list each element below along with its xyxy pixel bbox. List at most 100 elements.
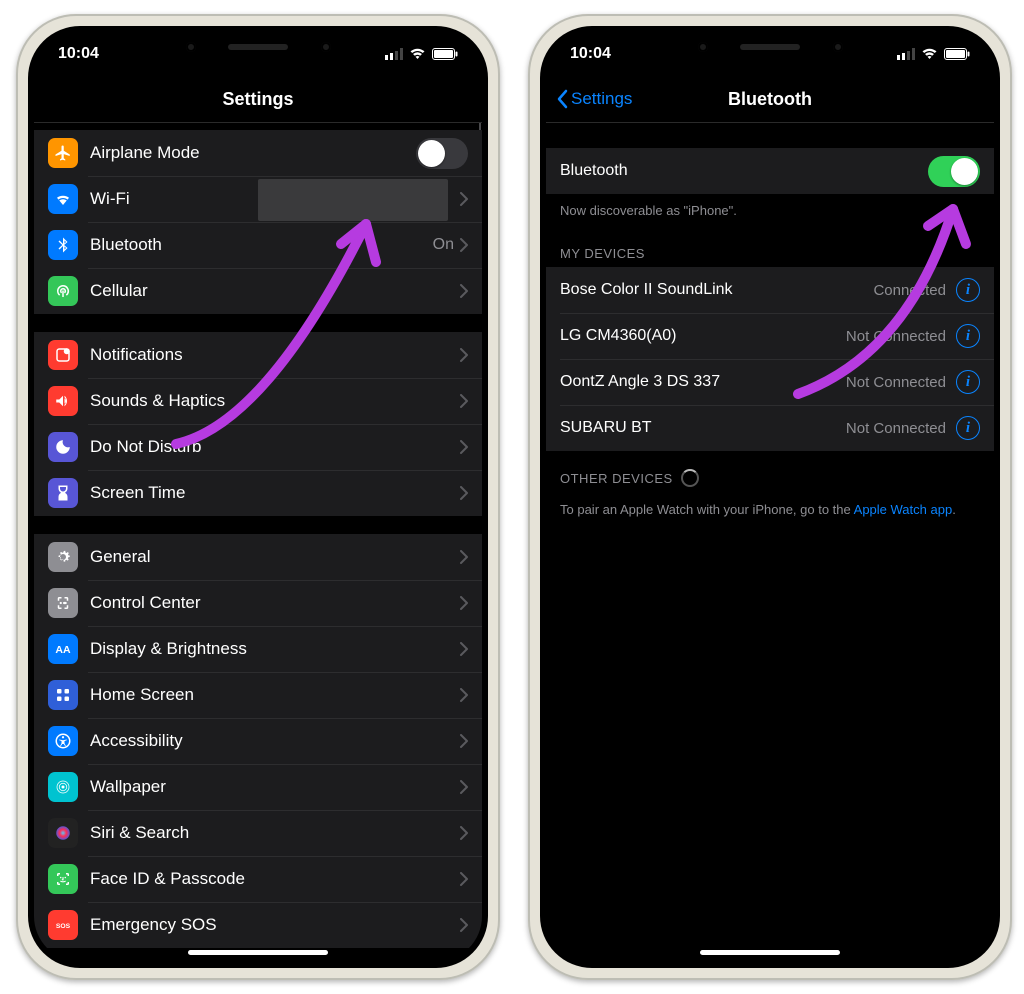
redacted-wifi-value <box>258 179 448 221</box>
chevron-right-icon <box>460 440 468 454</box>
chevron-right-icon <box>460 348 468 362</box>
device-name: SUBARU BT <box>560 419 846 437</box>
settings-row-wallpaper[interactable]: Wallpaper <box>34 764 482 810</box>
chevron-right-icon <box>460 872 468 886</box>
phone-frame-left: 10:04 Settings Airplane ModeWi-FiBluetoo… <box>16 14 500 980</box>
settings-row-general[interactable]: General <box>34 534 482 580</box>
settings-row-sounds[interactable]: Sounds & Haptics <box>34 378 482 424</box>
chevron-right-icon <box>460 284 468 298</box>
device-name: OontZ Angle 3 DS 337 <box>560 373 846 391</box>
general-icon <box>48 542 78 572</box>
settings-row-faceid[interactable]: Face ID & Passcode <box>34 856 482 902</box>
settings-row-sos[interactable]: SOS Emergency SOS <box>34 902 482 948</box>
signal-icon <box>385 48 403 60</box>
home-indicator[interactable] <box>700 950 840 955</box>
my-devices-header: MY DEVICES <box>546 228 994 267</box>
device-row[interactable]: SUBARU BTNot Connectedi <box>546 405 994 451</box>
row-value: On <box>433 236 454 254</box>
settings-row-cellular[interactable]: Cellular <box>34 268 482 314</box>
status-icons <box>385 48 458 60</box>
device-row[interactable]: Bose Color II SoundLinkConnected i <box>546 267 994 313</box>
settings-row-airplane[interactable]: Airplane Mode <box>34 130 482 176</box>
chevron-right-icon <box>460 550 468 564</box>
chevron-right-icon <box>460 780 468 794</box>
device-info-button[interactable]: i <box>956 278 980 302</box>
screentime-icon <box>48 478 78 508</box>
bluetooth-toggle[interactable] <box>928 156 980 187</box>
row-label: Sounds & Haptics <box>90 391 460 411</box>
back-label: Settings <box>571 89 632 109</box>
bluetooth-toggle-row[interactable]: Bluetooth <box>546 148 994 194</box>
device-name: Bose Color II SoundLink <box>560 281 873 299</box>
chevron-right-icon <box>460 918 468 932</box>
row-label: Home Screen <box>90 685 460 705</box>
settings-row-home[interactable]: Home Screen <box>34 672 482 718</box>
battery-icon <box>432 48 458 60</box>
sos-icon: SOS <box>48 910 78 940</box>
battery-icon <box>944 48 970 60</box>
settings-row-siri[interactable]: Siri & Search <box>34 810 482 856</box>
bluetooth-content[interactable]: Bluetooth Now discoverable as "iPhone". … <box>546 122 994 962</box>
wifi-icon <box>921 48 938 60</box>
airplane-icon <box>48 138 78 168</box>
chevron-right-icon <box>460 642 468 656</box>
row-label: Face ID & Passcode <box>90 869 460 889</box>
chevron-right-icon <box>460 826 468 840</box>
row-label: Airplane Mode <box>90 143 416 163</box>
row-label: Do Not Disturb <box>90 437 460 457</box>
chevron-left-icon <box>556 89 568 109</box>
settings-row-dnd[interactable]: Do Not Disturb <box>34 424 482 470</box>
settings-row-bluetooth[interactable]: BluetoothOn <box>34 222 482 268</box>
status-time: 10:04 <box>570 45 611 63</box>
device-info-button[interactable]: i <box>956 416 980 440</box>
row-label: Cellular <box>90 281 460 301</box>
other-devices-header: OTHER DEVICES <box>546 451 994 493</box>
device-status: Connected <box>873 282 946 299</box>
row-label: Emergency SOS <box>90 915 460 935</box>
home-indicator[interactable] <box>188 950 328 955</box>
svg-text:AA: AA <box>55 644 71 656</box>
notifications-icon <box>48 340 78 370</box>
apple-watch-app-link[interactable]: Apple Watch app <box>854 502 953 517</box>
settings-row-control[interactable]: Control Center <box>34 580 482 626</box>
chevron-right-icon <box>460 394 468 408</box>
row-label: Notifications <box>90 345 460 365</box>
display-icon: AA <box>48 634 78 664</box>
row-label: Screen Time <box>90 483 460 503</box>
settings-row-notifications[interactable]: Notifications <box>34 332 482 378</box>
notch <box>665 32 875 62</box>
page-title: Settings <box>222 89 293 110</box>
settings-row-display[interactable]: AA Display & Brightness <box>34 626 482 672</box>
bluetooth-toggle-label: Bluetooth <box>560 162 928 180</box>
wallpaper-icon <box>48 772 78 802</box>
bluetooth-icon <box>48 230 78 260</box>
status-time: 10:04 <box>58 45 99 63</box>
settings-row-screentime[interactable]: Screen Time <box>34 470 482 516</box>
row-label: Display & Brightness <box>90 639 460 659</box>
wifi-icon <box>409 48 426 60</box>
device-info-button[interactable]: i <box>956 370 980 394</box>
row-label: Control Center <box>90 593 460 613</box>
device-status: Not Connected <box>846 374 946 391</box>
accessibility-icon <box>48 726 78 756</box>
pair-note-suffix: . <box>952 502 956 517</box>
siri-icon <box>48 818 78 848</box>
row-label: General <box>90 547 460 567</box>
back-button[interactable]: Settings <box>556 89 632 109</box>
device-info-button[interactable]: i <box>956 324 980 348</box>
row-label: Accessibility <box>90 731 460 751</box>
notch <box>153 32 363 62</box>
settings-content[interactable]: Airplane ModeWi-FiBluetoothOnCellular No… <box>34 122 482 962</box>
settings-row-accessibility[interactable]: Accessibility <box>34 718 482 764</box>
device-name: LG CM4360(A0) <box>560 327 846 345</box>
pair-note-prefix: To pair an Apple Watch with your iPhone,… <box>560 502 854 517</box>
control-icon <box>48 588 78 618</box>
navbar-bluetooth: Settings Bluetooth <box>546 76 994 123</box>
chevron-right-icon <box>460 238 468 252</box>
device-row[interactable]: LG CM4360(A0)Not Connectedi <box>546 313 994 359</box>
row-label: Bluetooth <box>90 235 433 255</box>
device-row[interactable]: OontZ Angle 3 DS 337Not Connected i <box>546 359 994 405</box>
chevron-right-icon <box>460 486 468 500</box>
pair-note: To pair an Apple Watch with your iPhone,… <box>546 493 994 527</box>
airplane-toggle[interactable] <box>416 138 468 169</box>
